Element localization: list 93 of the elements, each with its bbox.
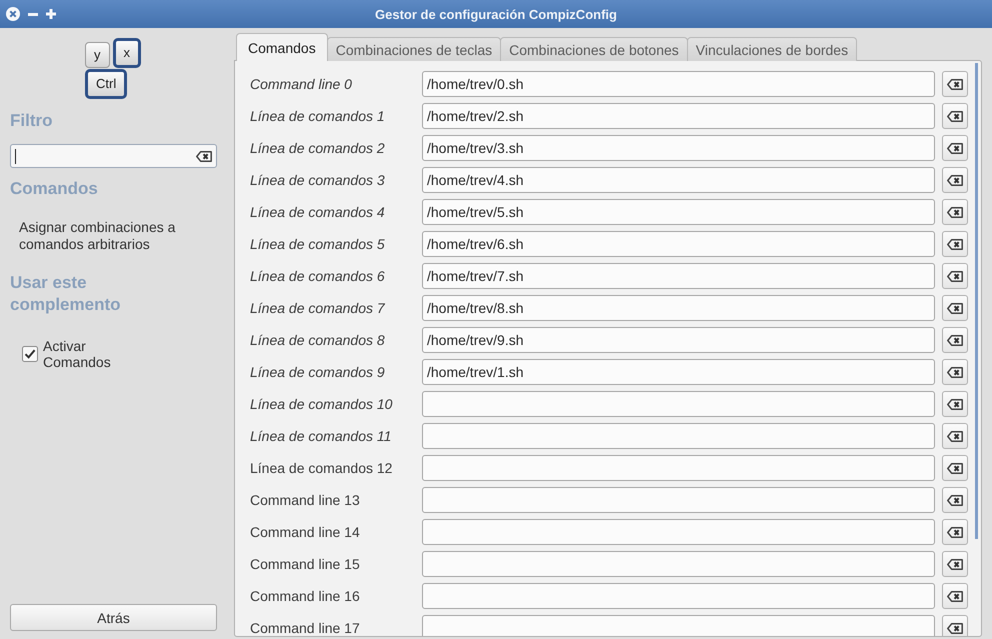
clear-button[interactable] (942, 423, 968, 449)
clear-icon (947, 110, 963, 122)
command-field[interactable]: /home/trev/1.sh (422, 359, 935, 385)
clear-icon (947, 430, 963, 442)
command-label: Command line 14 (250, 524, 361, 540)
clear-button[interactable] (942, 391, 968, 417)
clear-button[interactable] (942, 135, 968, 161)
clear-button[interactable] (942, 455, 968, 481)
minimize-icon[interactable] (28, 12, 38, 16)
clear-icon (947, 270, 963, 282)
clear-icon (947, 526, 963, 538)
maximize-icon[interactable] (46, 9, 56, 19)
tab[interactable]: Combinaciones de teclas (326, 37, 502, 61)
close-icon[interactable] (6, 7, 20, 21)
command-field[interactable]: /home/trev/4.sh (422, 167, 935, 193)
clear-icon (947, 174, 963, 186)
command-field[interactable]: /home/trev/9.sh (422, 327, 935, 353)
command-label: Command line 17 (250, 620, 361, 636)
command-field[interactable]: /home/trev/8.sh (422, 295, 935, 321)
command-field[interactable]: /home/trev/6.sh (422, 231, 935, 257)
clear-button[interactable] (942, 551, 968, 577)
command-label: Línea de comandos 8 (250, 332, 386, 348)
clear-icon (947, 398, 963, 410)
command-field[interactable]: /home/trev/5.sh (422, 199, 935, 225)
clear-icon (196, 150, 212, 162)
keyboard-key: Ctrl (85, 69, 128, 99)
clear-icon (947, 590, 963, 602)
command-label: Línea de comandos 3 (250, 172, 386, 188)
clear-button[interactable] (942, 199, 968, 225)
command-field[interactable] (422, 583, 935, 609)
command-label: Línea de comandos 2 (250, 140, 386, 156)
section-heading: Filtro (10, 111, 54, 131)
command-label: Línea de comandos 11 (250, 428, 392, 444)
tab[interactable]: Vinculaciones de bordes (686, 37, 858, 61)
clear-icon (947, 238, 963, 250)
command-field[interactable] (422, 615, 935, 636)
clear-button[interactable] (942, 519, 968, 545)
clear-icon (947, 366, 963, 378)
clear-button[interactable] (942, 487, 968, 513)
command-field[interactable] (422, 487, 935, 513)
clear-button[interactable] (942, 167, 968, 193)
command-label: Command line 15 (250, 556, 361, 572)
clear-icon (947, 494, 963, 506)
clear-button[interactable] (942, 295, 968, 321)
clear-button[interactable] (942, 359, 968, 385)
clear-icon (947, 302, 963, 314)
clear-button[interactable] (942, 71, 968, 97)
tab[interactable]: Combinaciones de botones (500, 37, 688, 61)
clear-icon (947, 142, 963, 154)
command-field[interactable] (422, 455, 935, 481)
command-label: Línea de comandos 10 (250, 396, 394, 412)
command-label: Línea de comandos 1 (250, 108, 386, 124)
scrollbar-thumb[interactable] (975, 63, 978, 539)
command-label: Command line 13 (250, 492, 361, 508)
command-label: Línea de comandos 12 (250, 460, 394, 476)
clear-button[interactable] (942, 615, 968, 636)
command-label: Command line 16 (250, 588, 361, 604)
command-label: Línea de comandos 4 (250, 204, 386, 220)
command-label: Línea de comandos 6 (250, 268, 386, 284)
window-title: Gestor de configuración CompizConfig (375, 6, 617, 22)
command-field[interactable] (422, 551, 935, 577)
back-button[interactable]: Atrás (10, 604, 217, 631)
clear-button[interactable] (942, 103, 968, 129)
command-field[interactable] (422, 519, 935, 545)
clear-icon (947, 622, 963, 634)
keyboard-key: y (85, 42, 110, 68)
clear-icon (947, 462, 963, 474)
clear-icon (947, 78, 963, 90)
command-field[interactable] (422, 391, 935, 417)
clear-icon (947, 334, 963, 346)
clear-icon (947, 558, 963, 570)
clear-button[interactable] (942, 231, 968, 257)
command-field[interactable]: /home/trev/7.sh (422, 263, 935, 289)
clear-icon (947, 206, 963, 218)
command-field[interactable] (422, 423, 935, 449)
plugin-description: Asignar combinaciones a comandos arbitrarios (18, 219, 176, 253)
command-field[interactable]: /home/trev/0.sh (422, 71, 935, 97)
section-heading: Comandos (10, 179, 99, 199)
command-label: Línea de comandos 9 (250, 364, 386, 380)
checkbox[interactable] (22, 346, 38, 362)
command-field[interactable]: /home/trev/2.sh (422, 103, 935, 129)
clear-button[interactable] (942, 327, 968, 353)
keyboard-key: x (112, 38, 141, 68)
tab[interactable]: Comandos (236, 33, 328, 61)
filter-field[interactable] (10, 144, 217, 168)
clear-button[interactable] (942, 263, 968, 289)
section-heading: Usar este complemento (10, 272, 122, 316)
command-label: Command line 0 (250, 76, 353, 92)
clear-button[interactable] (942, 583, 968, 609)
command-label: Línea de comandos 7 (250, 300, 386, 316)
checkbox-label[interactable]: Activar Comandos (43, 338, 123, 370)
command-label: Línea de comandos 5 (250, 236, 386, 252)
command-field[interactable]: /home/trev/3.sh (422, 135, 935, 161)
